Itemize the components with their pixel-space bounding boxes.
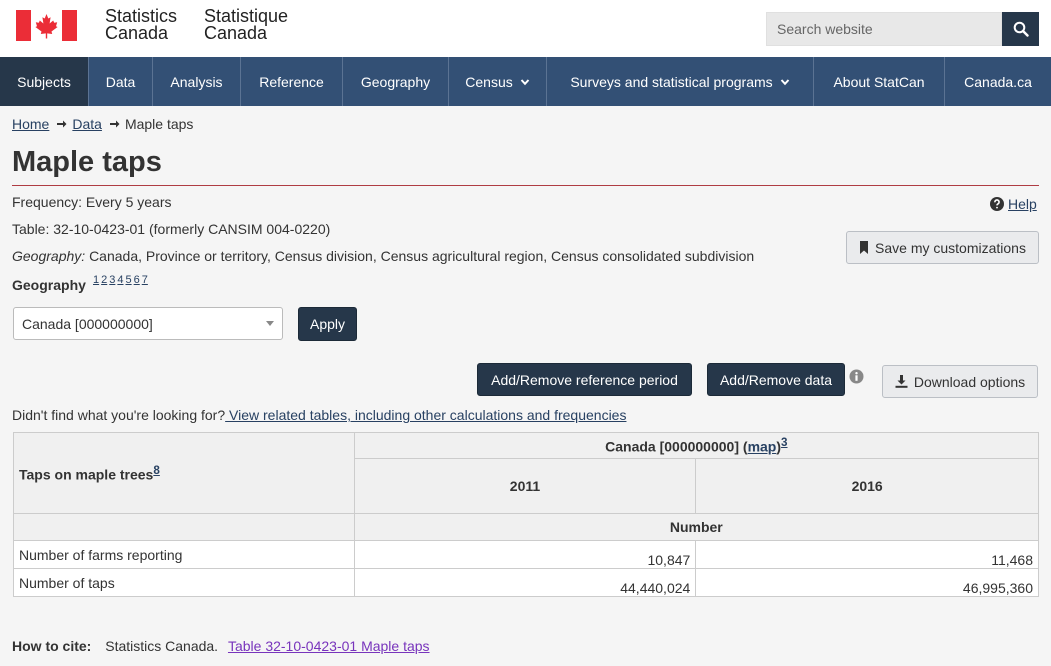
table-row: Number of taps 44,440,024 46,995,360 — [13, 568, 1039, 597]
add-remove-data-button[interactable]: Add/Remove data — [707, 363, 845, 396]
breadcrumb: Home Data Maple taps — [12, 116, 193, 132]
cite-link[interactable]: Table 32-10-0423-01 Maple taps — [228, 638, 430, 654]
site-header: Statistics Canada Statistique Canada — [0, 0, 1051, 57]
brand-english[interactable]: Statistics Canada — [105, 7, 177, 42]
map-link[interactable]: map — [748, 439, 777, 455]
data-table: Taps on maple trees8 Canada [000000000] … — [13, 432, 1040, 597]
arrow-right-icon — [109, 120, 120, 128]
nav-census[interactable]: Census — [449, 57, 547, 106]
download-options-button[interactable]: Download options — [882, 365, 1038, 398]
frequency-text: Frequency: Every 5 years — [12, 194, 172, 210]
value-cell: 11,468 — [695, 540, 1039, 569]
download-icon — [895, 375, 908, 388]
geo-level-link[interactable]: 1 — [93, 274, 99, 286]
title-divider — [12, 185, 1039, 186]
geo-level-link[interactable]: 4 — [117, 274, 123, 286]
brand-french[interactable]: Statistique Canada — [204, 7, 288, 42]
geography-level-links: 1 2 3 4 5 6 7 — [93, 274, 148, 286]
row-label-cell: Number of farms reporting — [13, 540, 355, 569]
table-unit-row: Number — [13, 513, 1040, 541]
apply-button[interactable]: Apply — [298, 307, 357, 341]
value-cell: 44,440,024 — [353, 568, 697, 597]
question-circle-icon — [990, 197, 1004, 211]
caret-down-icon — [266, 321, 274, 326]
table-header-row: Taps on maple trees8 Canada [000000000] … — [13, 432, 1040, 514]
page-title: Maple taps — [12, 146, 162, 178]
search-button[interactable] — [1002, 12, 1039, 46]
related-tables-text: Didn't find what you're looking for? Vie… — [12, 407, 627, 423]
nav-about[interactable]: About StatCan — [814, 57, 945, 106]
table-row: Number of farms reporting 10,847 11,468 — [13, 540, 1039, 569]
breadcrumb-home[interactable]: Home — [12, 116, 49, 132]
breadcrumb-current: Maple taps — [124, 116, 194, 132]
breadcrumb-data[interactable]: Data — [72, 116, 102, 132]
how-to-cite: How to cite: Statistics Canada. Table 32… — [12, 638, 430, 654]
nav-geography[interactable]: Geography — [343, 57, 449, 106]
year-header-cell: 2016 — [695, 458, 1039, 514]
geo-header-cell: Canada [000000000] (map)3 — [353, 432, 1040, 459]
search-input[interactable] — [766, 12, 1002, 46]
geo-level-link[interactable]: 7 — [142, 274, 148, 286]
geo-level-link[interactable]: 2 — [101, 274, 107, 286]
canada-flag-icon[interactable] — [16, 10, 77, 41]
nav-analysis[interactable]: Analysis — [153, 57, 241, 106]
geo-level-link[interactable]: 3 — [109, 274, 115, 286]
footnote-link[interactable]: 3 — [781, 436, 787, 449]
row-label-cell: Number of taps — [13, 568, 355, 597]
value-cell: 10,847 — [353, 540, 697, 569]
chevron-down-icon — [780, 78, 789, 85]
chevron-down-icon — [520, 78, 529, 85]
geo-level-link[interactable]: 6 — [134, 274, 140, 286]
info-icon[interactable] — [849, 369, 864, 384]
footnote-link[interactable]: 8 — [153, 464, 159, 477]
geography-select[interactable]: Canada [000000000] — [13, 307, 283, 340]
nav-subjects[interactable]: Subjects — [0, 57, 89, 106]
row-header-cell: Taps on maple trees8 — [13, 432, 355, 514]
add-remove-reference-period-button[interactable]: Add/Remove reference period — [477, 363, 692, 396]
unit-cell: Number — [353, 513, 1040, 541]
arrow-right-icon — [57, 120, 67, 128]
table-id-text: Table: 32-10-0423-01 (formerly CANSIM 00… — [12, 221, 331, 237]
main-nav: Subjects Data Analysis Reference Geograp… — [0, 57, 1051, 106]
nav-reference[interactable]: Reference — [241, 57, 343, 106]
related-tables-link[interactable]: View related tables, including other cal… — [225, 407, 626, 423]
save-customizations-button[interactable]: Save my customizations — [846, 231, 1039, 264]
year-header-cell: 2011 — [353, 458, 697, 514]
value-cell: 46,995,360 — [695, 568, 1039, 597]
nav-surveys[interactable]: Surveys and statistical programs — [547, 57, 814, 106]
search-icon — [1013, 21, 1029, 37]
geography-text: Geography: Canada, Province or territory… — [12, 248, 755, 264]
geo-level-link[interactable]: 5 — [126, 274, 132, 286]
help-link[interactable]: Help — [990, 196, 1037, 212]
geography-filter-label: Geography — [12, 277, 86, 293]
nav-canada-ca[interactable]: Canada.ca — [945, 57, 1051, 106]
bookmark-icon — [860, 241, 869, 254]
nav-data[interactable]: Data — [89, 57, 153, 106]
